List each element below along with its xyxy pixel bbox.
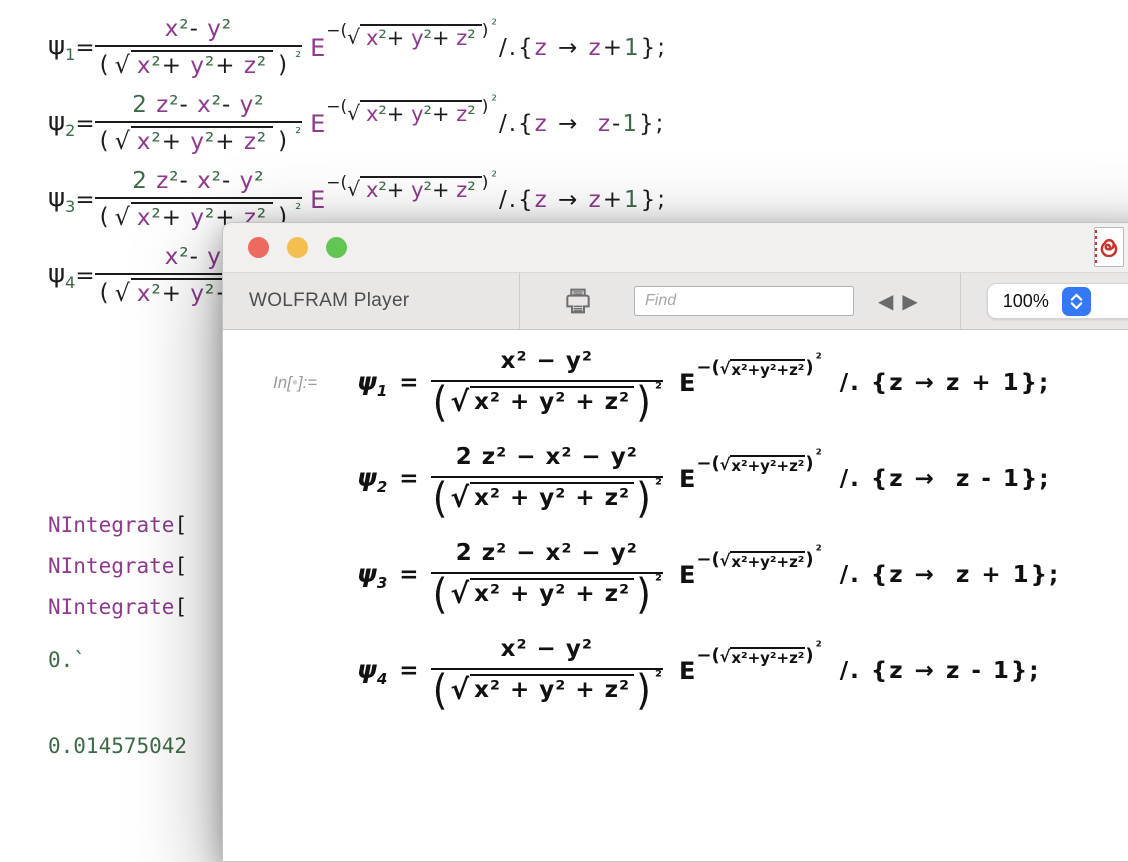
exp-e: E bbox=[310, 110, 325, 138]
exp-e: E bbox=[679, 465, 695, 493]
output-value: 0.` bbox=[48, 648, 86, 672]
psi-symbol: ψ2 bbox=[357, 463, 387, 496]
fraction: 2 z² − x² − y²(√x² + y² + z²)² bbox=[431, 444, 663, 514]
zoom-stepper-icon[interactable] bbox=[1062, 287, 1091, 316]
radical-icon: √ bbox=[115, 279, 131, 307]
document-proxy-icon[interactable] bbox=[1094, 227, 1124, 267]
exponent: −(√x²+y²+z²)² bbox=[696, 357, 821, 378]
radical-icon: √ bbox=[720, 647, 731, 666]
nintegrate-line: NIntegrate[ bbox=[48, 587, 187, 628]
app-title: WOLFRAM Player bbox=[249, 290, 519, 312]
exponent: −(√x²+ y²+ z²)² bbox=[326, 97, 497, 123]
bg-formula-row: ψ1=x²- y²(√x²+ y²+ z²)²E−(√x²+ y²+ z²)²/… bbox=[48, 16, 667, 79]
psi-symbol: ψ1 bbox=[48, 31, 75, 64]
zoom-level-dropdown[interactable]: 100% bbox=[987, 283, 1128, 319]
fraction: x²- y²(√x²+ y²+ z²)² bbox=[95, 16, 303, 79]
notebook-formula-row: In[•]:=ψ2=2 z² − x² − y²(√x² + y² + z²)²… bbox=[273, 444, 1128, 514]
psi-symbol: ψ4 bbox=[48, 259, 75, 292]
minimize-button[interactable] bbox=[287, 237, 308, 258]
exp-e: E bbox=[679, 657, 695, 685]
fraction: x² − y²(√x² + y² + z²)² bbox=[431, 636, 663, 706]
fraction: 2 z² − x² − y²(√x² + y² + z²)² bbox=[431, 540, 663, 610]
psi-symbol: ψ2 bbox=[48, 107, 75, 140]
wolfram-spiral-icon bbox=[1099, 237, 1119, 257]
maximize-button[interactable] bbox=[326, 237, 347, 258]
notebook-content[interactable]: In[•]:=ψ1=x² − y²(√x² + y² + z²)²E−(√x²+… bbox=[223, 330, 1128, 706]
exponent: −(√x²+y²+z²)² bbox=[696, 645, 821, 666]
bg-formula-row: ψ2=2 z²- x²- y²(√x²+ y²+ z²)²E−(√x²+ y²+… bbox=[48, 92, 667, 155]
radical-icon: √ bbox=[450, 673, 470, 706]
radical-icon: √ bbox=[347, 177, 360, 201]
psi-symbol: ψ3 bbox=[48, 183, 75, 216]
window-titlebar[interactable] bbox=[223, 223, 1128, 273]
fraction: 2 z²- x²- y²(√x²+ y²+ z²)² bbox=[95, 92, 303, 155]
notebook-formula-row: In[•]:=ψ3=2 z² − x² − y²(√x² + y² + z²)²… bbox=[273, 540, 1128, 610]
radical-icon: √ bbox=[115, 51, 131, 79]
radical-icon: √ bbox=[450, 385, 470, 418]
radical-icon: √ bbox=[115, 127, 131, 155]
toolbar-divider bbox=[519, 273, 520, 329]
radical-icon: √ bbox=[115, 203, 131, 231]
exp-e: E bbox=[310, 34, 325, 62]
exponent: −(√x²+ y²+ z²)² bbox=[326, 173, 497, 199]
notebook-formula-row: In[•]:=ψ4=x² − y²(√x² + y² + z²)²E−(√x²+… bbox=[273, 636, 1128, 706]
exp-e: E bbox=[679, 561, 695, 589]
exponent: −(√x²+y²+z²)² bbox=[696, 453, 821, 474]
exponent: −(√x²+ y²+ z²)² bbox=[326, 21, 497, 47]
in-label: In[•]:= bbox=[273, 373, 357, 393]
radical-icon: √ bbox=[450, 481, 470, 514]
nintegrate-line: NIntegrate[ bbox=[48, 505, 187, 546]
output-value: 0.014575042 bbox=[48, 734, 187, 758]
psi-symbol: ψ1 bbox=[357, 367, 387, 400]
find-next-button[interactable]: ▶ bbox=[902, 289, 917, 314]
find-nav: ◀ ▶ bbox=[878, 289, 918, 314]
radical-icon: √ bbox=[720, 455, 731, 474]
radical-icon: √ bbox=[720, 359, 731, 378]
find-previous-button[interactable]: ◀ bbox=[878, 289, 893, 314]
fraction: x² − y²(√x² + y² + z²)² bbox=[431, 348, 663, 418]
wolfram-player-window: WOLFRAM Player ◀ ▶ 100% In[•]:=ψ1=x² bbox=[222, 222, 1128, 862]
player-toolbar: WOLFRAM Player ◀ ▶ 100% bbox=[223, 273, 1128, 330]
psi-symbol: ψ3 bbox=[357, 559, 387, 592]
psi-symbol: ψ4 bbox=[357, 655, 387, 688]
nintegrate-line: NIntegrate[ bbox=[48, 546, 187, 587]
radical-icon: √ bbox=[347, 101, 360, 125]
find-input[interactable] bbox=[634, 286, 854, 316]
exp-e: E bbox=[679, 369, 695, 397]
radical-icon: √ bbox=[347, 25, 360, 49]
close-button[interactable] bbox=[248, 237, 269, 258]
notebook-formula-row: In[•]:=ψ1=x² − y²(√x² + y² + z²)²E−(√x²+… bbox=[273, 348, 1128, 418]
background-code-lines: NIntegrate[ NIntegrate[ NIntegrate[ bbox=[48, 505, 187, 628]
radical-icon: √ bbox=[720, 551, 731, 570]
toolbar-divider bbox=[960, 273, 961, 329]
zoom-level-value: 100% bbox=[1003, 291, 1049, 312]
printer-icon bbox=[562, 285, 594, 317]
exp-e: E bbox=[310, 186, 325, 214]
print-button[interactable] bbox=[562, 285, 594, 317]
radical-icon: √ bbox=[450, 577, 470, 610]
exponent: −(√x²+y²+z²)² bbox=[696, 549, 821, 570]
